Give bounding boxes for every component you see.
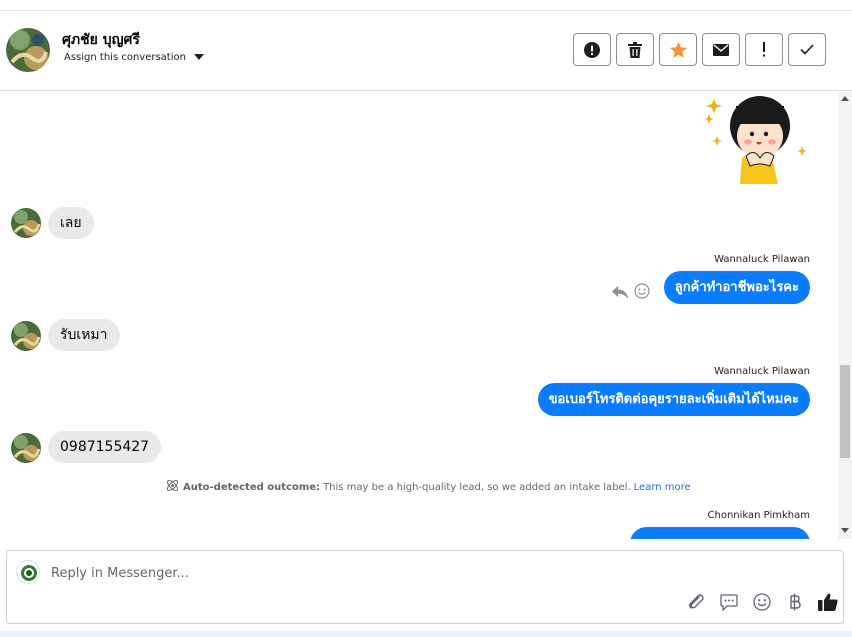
composer-toolbar <box>685 593 839 615</box>
outgoing-message-bubble[interactable] <box>630 527 810 539</box>
emoji-button[interactable] <box>751 593 773 615</box>
report-spam-button[interactable] <box>573 33 611 66</box>
contact-avatar-small[interactable] <box>11 208 41 238</box>
reply-icon[interactable] <box>612 284 628 303</box>
envelope-icon <box>713 43 729 56</box>
scroll-down-arrow[interactable] <box>841 528 849 533</box>
payment-button[interactable] <box>784 593 806 615</box>
checkmark-icon <box>800 44 814 55</box>
outgoing-message-bubble[interactable]: ขอเบอร์โทรติดต่อคุยรายละเพิ่มเติมได้ไหมค… <box>537 383 810 416</box>
saved-reply-button[interactable] <box>718 593 740 615</box>
sender-name: Chonnikan Pimkham <box>707 510 810 521</box>
contact-name: ศุภชัย บุญศรี <box>62 32 140 48</box>
contact-avatar-small[interactable] <box>11 433 41 463</box>
incoming-message-bubble[interactable]: 0987155427 <box>48 431 162 463</box>
atom-icon <box>165 478 180 496</box>
auto-detected-outcome-notice: Auto-detected outcome: This may be a hig… <box>165 478 691 496</box>
sender-name: Wannaluck Pilawan <box>714 254 810 265</box>
message-thread[interactable]: เลย Wannaluck Pilawan ลูกค้าทำอาชีพอะไรค… <box>0 92 838 539</box>
bottom-strip <box>0 631 852 637</box>
assign-conversation-dropdown[interactable]: Assign this conversation <box>64 52 204 63</box>
outcome-text: This may be a high-quality lead, so we a… <box>323 481 631 493</box>
outgoing-message-bubble[interactable]: ลูกค้าทำอาชีพอะไรคะ <box>663 271 810 304</box>
outcome-label: Auto-detected outcome: <box>183 481 321 493</box>
trash-icon <box>628 41 642 58</box>
contact-avatar[interactable] <box>6 28 50 72</box>
thumbs-up-icon <box>818 593 838 615</box>
reply-input[interactable] <box>51 563 751 583</box>
conversation-header: ศุภชัย บุญศรี Assign this conversation <box>0 11 852 91</box>
mark-unread-button[interactable] <box>702 33 740 66</box>
contact-avatar-small[interactable] <box>11 321 41 351</box>
top-strip <box>0 0 852 11</box>
sticker-image <box>700 92 812 184</box>
delete-button[interactable] <box>616 33 654 66</box>
sender-name: Wannaluck Pilawan <box>714 366 810 377</box>
saved-reply-icon <box>720 593 738 615</box>
attach-file-button[interactable] <box>685 593 707 615</box>
send-like-button[interactable] <box>817 593 839 615</box>
exclamation-icon <box>762 42 766 57</box>
conversation-actions <box>573 33 826 66</box>
mark-done-button[interactable] <box>788 33 826 66</box>
learn-more-link[interactable]: Learn more <box>634 482 691 493</box>
scroll-thumb[interactable] <box>840 365 850 458</box>
reply-composer <box>6 550 844 624</box>
react-emoji-icon[interactable] <box>634 283 650 303</box>
thread-scrollbar[interactable] <box>838 92 852 539</box>
message-tools <box>612 283 650 303</box>
incoming-message-bubble[interactable]: รับเหมา <box>48 319 120 351</box>
alert-circle-icon <box>584 41 600 58</box>
caret-down-icon <box>193 52 204 63</box>
scroll-up-arrow[interactable] <box>841 96 849 101</box>
follow-up-button[interactable] <box>745 33 783 66</box>
baht-icon <box>789 593 801 615</box>
page-avatar <box>16 560 40 584</box>
star-icon <box>669 41 687 58</box>
star-button[interactable] <box>659 33 697 66</box>
emoji-icon <box>753 593 771 615</box>
incoming-message-bubble[interactable]: เลย <box>48 207 94 239</box>
paperclip-icon <box>687 593 705 615</box>
assign-label: Assign this conversation <box>64 52 186 63</box>
